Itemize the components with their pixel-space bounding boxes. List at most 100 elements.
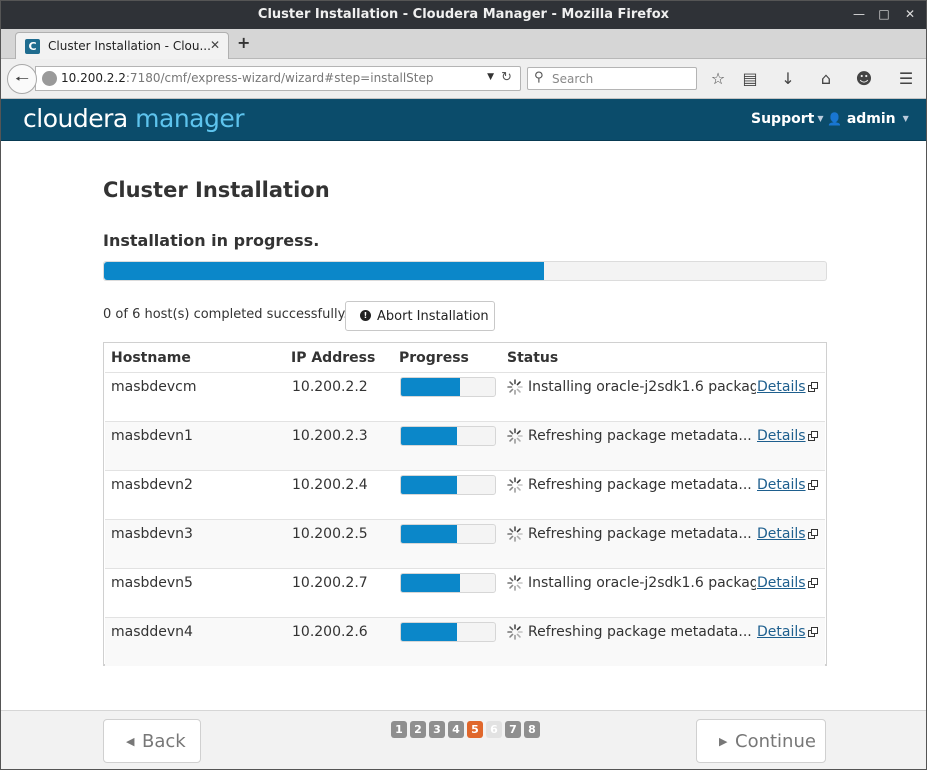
cloudera-manager-logo[interactable]: cloudera manager (23, 104, 245, 133)
details-link[interactable]: Details (757, 624, 806, 640)
cloudera-favicon-icon: C (25, 39, 40, 54)
completion-status: 0 of 6 host(s) completed successfully. (103, 307, 348, 322)
window-title: Cluster Installation - Cloudera Manager … (257, 7, 670, 22)
new-tab-icon[interactable]: + (237, 33, 250, 52)
column-header-status[interactable]: Status (507, 350, 558, 366)
host-progress-fill (401, 378, 461, 396)
wizard-step-5[interactable]: 5 (467, 721, 483, 738)
menu-icon[interactable]: ☰ (896, 69, 916, 89)
table-row: masbdevn3 10.200.2.5 Refreshing package … (105, 519, 825, 568)
step-backward-icon: ◀ (126, 735, 135, 748)
chat-icon[interactable]: ☻ (854, 69, 874, 89)
exclamation-icon: ! (360, 310, 371, 321)
status-cell: Refreshing package metadata... (528, 477, 752, 493)
continue-button[interactable]: ▶ Continue (696, 719, 826, 763)
external-link-icon[interactable] (808, 431, 818, 441)
status-cell: Installing oracle-j2sdk1.6 package... (528, 575, 756, 591)
table-row: masbdevn2 10.200.2.4 Refreshing package … (105, 470, 825, 519)
host-cell: masbdevn2 (111, 477, 193, 493)
abort-installation-button[interactable]: ! Abort Installation (345, 301, 495, 331)
overall-progress-bar (103, 261, 827, 281)
wizard-step-2[interactable]: 2 (410, 721, 426, 738)
host-cell: masbdevn5 (111, 575, 193, 591)
back-label: Back (142, 731, 186, 752)
ip-cell: 10.200.2.7 (292, 575, 368, 591)
search-icon: ⚲ (534, 70, 544, 85)
host-progress-bar (400, 622, 496, 642)
loading-spinner-icon (507, 575, 523, 591)
logo-part-2: manager (135, 104, 245, 133)
tab-bar: C Cluster Installation - Clou... ✕ + (1, 29, 926, 60)
external-link-icon[interactable] (808, 578, 818, 588)
ip-cell: 10.200.2.4 (292, 477, 368, 493)
table-row: masbdevn1 10.200.2.3 Refreshing package … (105, 421, 825, 470)
host-progress-bar (400, 377, 496, 397)
external-link-icon[interactable] (808, 382, 818, 392)
wizard-step-7[interactable]: 7 (505, 721, 521, 738)
history-dropdown-icon[interactable]: ▼ (487, 72, 494, 82)
close-icon[interactable]: ✕ (902, 6, 918, 22)
search-placeholder: Search (552, 72, 594, 86)
host-progress-fill (401, 623, 458, 641)
host-progress-bar (400, 475, 496, 495)
search-input[interactable]: ⚲ Search (527, 67, 697, 90)
globe-icon[interactable] (42, 71, 57, 86)
wizard-step-8[interactable]: 8 (524, 721, 540, 738)
window-titlebar: Cluster Installation - Cloudera Manager … (1, 1, 926, 29)
details-link[interactable]: Details (757, 379, 806, 395)
abort-label: Abort Installation (377, 309, 489, 324)
host-progress-fill (401, 427, 458, 445)
continue-label: Continue (735, 731, 816, 752)
back-arrow-icon[interactable]: 🠐 (7, 64, 37, 94)
wizard-step-6: 6 (486, 721, 502, 738)
step-forward-icon: ▶ (719, 735, 728, 748)
reload-icon[interactable]: ↻ (501, 70, 512, 85)
loading-spinner-icon (507, 477, 523, 493)
url-path: :7180/cmf/express-wizard/wizard#step=ins… (125, 71, 434, 85)
wizard-step-3[interactable]: 3 (429, 721, 445, 738)
loading-spinner-icon (507, 526, 523, 542)
maximize-icon[interactable]: □ (876, 6, 892, 22)
ip-cell: 10.200.2.2 (292, 379, 368, 395)
ip-cell: 10.200.2.3 (292, 428, 368, 444)
external-link-icon[interactable] (808, 480, 818, 490)
tab-close-icon[interactable]: ✕ (210, 38, 220, 52)
browser-window: Cluster Installation - Cloudera Manager … (0, 0, 927, 770)
navigation-toolbar: 10.200.2.2:7180/cmf/express-wizard/wizar… (1, 59, 926, 99)
column-header-ip[interactable]: IP Address (291, 350, 375, 366)
loading-spinner-icon (507, 379, 523, 395)
host-progress-bar (400, 426, 496, 446)
details-link[interactable]: Details (757, 575, 806, 591)
table-row: masbdevcm 10.200.2.2 Installing oracle-j… (105, 372, 825, 421)
column-header-progress[interactable]: Progress (399, 350, 469, 366)
url-bar[interactable]: 10.200.2.2:7180/cmf/express-wizard/wizar… (35, 66, 521, 91)
ip-cell: 10.200.2.5 (292, 526, 368, 542)
external-link-icon[interactable] (808, 529, 818, 539)
host-cell: masbdevcm (111, 379, 197, 395)
details-link[interactable]: Details (757, 526, 806, 542)
user-icon: 👤 (827, 112, 842, 126)
user-menu[interactable]: 👤 admin ▼ (827, 111, 909, 127)
column-header-hostname[interactable]: Hostname (111, 350, 191, 366)
table-row: masddevn4 10.200.2.6 Refreshing package … (105, 617, 825, 666)
details-link[interactable]: Details (757, 477, 806, 493)
ip-cell: 10.200.2.6 (292, 624, 368, 640)
host-progress-bar (400, 573, 496, 593)
download-icon[interactable]: ↓ (778, 69, 798, 89)
host-cell: masbdevn3 (111, 526, 193, 542)
browser-tab[interactable]: C Cluster Installation - Clou... ✕ (15, 32, 229, 60)
bookmark-star-icon[interactable]: ☆ (708, 69, 728, 89)
tab-title: Cluster Installation - Clou... (48, 39, 211, 53)
page-title: Cluster Installation (103, 178, 330, 202)
back-button[interactable]: ◀ Back (103, 719, 201, 763)
home-icon[interactable]: ⌂ (816, 69, 836, 89)
support-menu[interactable]: Support ▼ (751, 111, 823, 127)
wizard-step-4[interactable]: 4 (448, 721, 464, 738)
minimize-icon[interactable]: — (851, 6, 867, 22)
wizard-step-1[interactable]: 1 (391, 721, 407, 738)
external-link-icon[interactable] (808, 627, 818, 637)
reading-list-icon[interactable]: ▤ (740, 69, 760, 89)
url-text[interactable]: 10.200.2.2:7180/cmf/express-wizard/wizar… (61, 71, 433, 85)
hosts-table: Hostname IP Address Progress Status masb… (103, 342, 827, 666)
details-link[interactable]: Details (757, 428, 806, 444)
